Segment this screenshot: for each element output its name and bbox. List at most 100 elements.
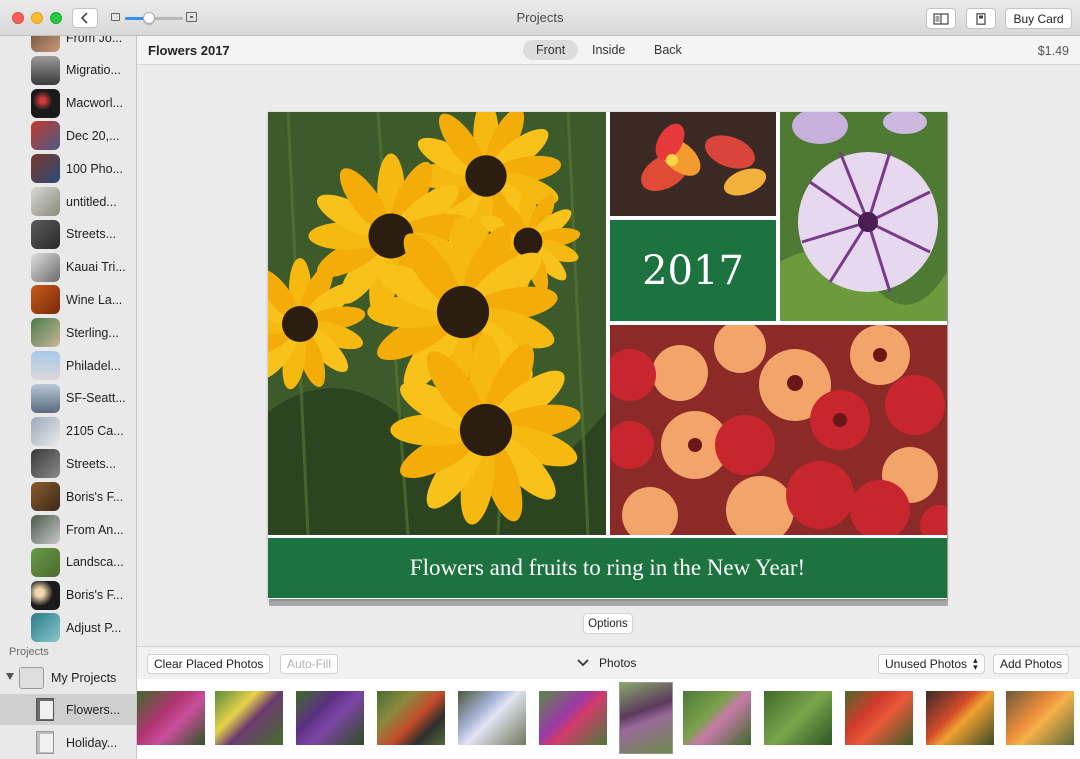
album-thumbnail xyxy=(31,36,60,52)
album-thumbnail xyxy=(31,88,60,118)
album-thumbnail xyxy=(31,55,60,85)
card-project-icon xyxy=(36,698,54,721)
buy-card-button[interactable]: Buy Card xyxy=(1005,8,1072,29)
photos-toggle-label: Photos xyxy=(599,656,637,670)
zoom-slider-knob[interactable] xyxy=(143,12,155,24)
page-options-button[interactable] xyxy=(966,8,996,29)
photo-slot-sunflowers[interactable] xyxy=(268,112,606,535)
minimize-window-button[interactable] xyxy=(31,12,43,24)
sidebar-item-label: SF-Seatt... xyxy=(66,391,126,406)
project-title: Flowers 2017 xyxy=(148,43,230,58)
fullscreen-window-button[interactable] xyxy=(50,12,62,24)
sidebar-item-album[interactable]: Adjust P... xyxy=(0,611,136,644)
album-thumbnail xyxy=(31,219,60,249)
filmstrip-photo-5[interactable] xyxy=(458,691,526,745)
card-year-text[interactable]: 2017 xyxy=(610,220,776,321)
sidebar-project-holiday[interactable]: Holiday... xyxy=(0,727,136,758)
filmstrip-photo-1[interactable] xyxy=(137,691,205,745)
album-thumbnail xyxy=(31,383,60,413)
add-photos-button[interactable]: Add Photos xyxy=(993,654,1070,674)
filmstrip-photo-12[interactable] xyxy=(1006,691,1074,745)
album-thumbnail xyxy=(31,252,60,282)
filmstrip-photo-8[interactable] xyxy=(683,691,751,745)
filmstrip-photo-9[interactable] xyxy=(764,691,832,745)
sidebar-folder-my-projects[interactable]: My Projects xyxy=(0,663,136,694)
sidebar-item-album[interactable]: Migratio... xyxy=(0,54,136,87)
chevron-left-icon xyxy=(80,12,88,24)
sidebar-item-label: Sterling... xyxy=(66,325,119,340)
filmstrip-photo-10[interactable] xyxy=(845,691,913,745)
sidebar-item-album[interactable]: Macworl... xyxy=(0,87,136,120)
sidebar-item-label: Macworl... xyxy=(66,96,123,111)
tab-inside[interactable]: Inside xyxy=(579,40,638,60)
sidebar-item-album[interactable]: 100 Pho... xyxy=(0,152,136,185)
petunia-photo xyxy=(780,112,947,321)
sidebar-project-flowers[interactable]: Flowers... xyxy=(0,694,136,725)
sidebar-item-album[interactable]: Landsca... xyxy=(0,546,136,579)
card-project-icon xyxy=(36,731,54,754)
album-thumbnail xyxy=(31,154,60,184)
album-thumbnail xyxy=(31,449,60,479)
filmstrip-photo-11[interactable] xyxy=(926,691,994,745)
photo-slot-raspberries[interactable] xyxy=(610,325,947,535)
chevron-down-icon xyxy=(577,659,589,667)
tab-back[interactable]: Back xyxy=(641,40,695,60)
close-window-button[interactable] xyxy=(12,12,24,24)
album-thumbnail xyxy=(31,416,60,446)
album-thumbnail xyxy=(31,318,60,348)
sidebar-item-album[interactable]: Dec 20,... xyxy=(0,119,136,152)
album-thumbnail xyxy=(31,613,60,643)
sidebar-item-album[interactable]: From Jo... xyxy=(0,36,136,54)
album-thumbnail xyxy=(31,547,60,577)
photo-filter-popup[interactable]: Unused Photos ▴ ▾ xyxy=(878,654,985,674)
tab-front[interactable]: Front xyxy=(523,40,579,60)
filmstrip-photo-6[interactable] xyxy=(539,691,607,745)
album-thumbnail xyxy=(31,580,60,610)
sidebar-item-label: 2105 Ca... xyxy=(66,424,124,439)
sidebar-item-label: Landsca... xyxy=(66,555,124,570)
photo-slot-petunia[interactable] xyxy=(780,112,947,321)
sidebar-item-album[interactable]: Streets... xyxy=(0,218,136,251)
sidebar-item-label: Flowers... xyxy=(66,703,121,717)
sidebar-item-album[interactable]: Kauai Tri... xyxy=(0,251,136,284)
sidebar-item-album[interactable]: Boris's F... xyxy=(0,579,136,612)
layout-icon xyxy=(933,12,949,25)
projects-section-title: Projects xyxy=(9,646,49,658)
album-thumbnail xyxy=(31,482,60,512)
card-banner-text[interactable]: Flowers and fruits to ring in the New Ye… xyxy=(268,538,947,598)
album-thumbnail xyxy=(31,351,60,380)
title-bar: Projects Buy Card xyxy=(0,0,1080,36)
sidebar-item-album[interactable]: Sterling... xyxy=(0,316,136,349)
layout-button[interactable] xyxy=(926,8,956,29)
sidebar-item-album[interactable]: Boris's F... xyxy=(0,480,136,513)
filmstrip-photo-4[interactable] xyxy=(377,691,445,745)
auto-fill-button[interactable]: Auto-Fill xyxy=(280,654,339,674)
sidebar-item-label: My Projects xyxy=(51,671,117,685)
photo-slot-alstroemeria[interactable] xyxy=(610,112,776,216)
sidebar: From Jo... Migratio... Macworl... Dec 20,..… xyxy=(0,36,137,759)
folder-icon xyxy=(19,667,44,689)
sidebar-item-album[interactable]: Wine La... xyxy=(0,283,136,316)
sidebar-item-album[interactable]: SF-Seatt... xyxy=(0,382,136,415)
sidebar-item-label: Philadel... xyxy=(66,358,121,373)
sidebar-item-album[interactable]: Streets... xyxy=(0,447,136,480)
sidebar-item-label: Kauai Tri... xyxy=(66,260,126,275)
photo-filmstrip xyxy=(137,679,1080,759)
sidebar-item-album[interactable]: 2105 Ca... xyxy=(0,415,136,448)
sidebar-item-album[interactable]: From An... xyxy=(0,513,136,546)
sidebar-item-album[interactable]: untitled... xyxy=(0,185,136,218)
filmstrip-photo-3[interactable] xyxy=(296,691,364,745)
clear-placed-photos-button[interactable]: Clear Placed Photos xyxy=(147,654,271,674)
sidebar-item-label: Streets... xyxy=(66,227,117,242)
zoom-in-icon xyxy=(186,12,197,22)
disclosure-triangle-icon[interactable] xyxy=(6,673,14,680)
filmstrip-photo-2[interactable] xyxy=(215,691,283,745)
album-thumbnail xyxy=(31,187,60,216)
options-button[interactable]: Options xyxy=(583,613,633,634)
sidebar-item-album[interactable]: Philadel... xyxy=(0,349,136,382)
sidebar-item-label: untitled... xyxy=(66,194,117,209)
filmstrip-photo-7[interactable] xyxy=(619,682,673,754)
photos-toggle[interactable]: Photos xyxy=(577,656,636,670)
back-button[interactable] xyxy=(72,8,98,28)
album-thumbnail xyxy=(31,515,60,544)
